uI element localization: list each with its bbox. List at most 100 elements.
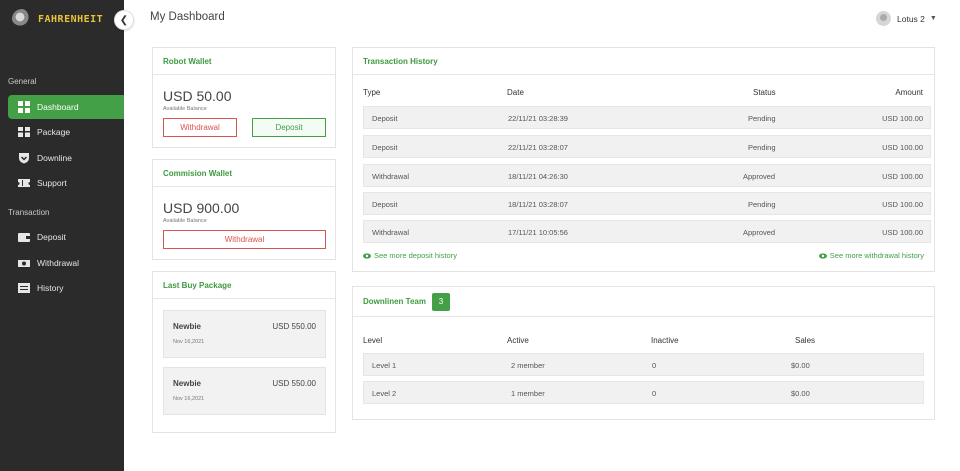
withdrawal-history-link[interactable]: See more withdrawal history [818, 251, 924, 260]
deposit-history-link-label: See more deposit history [374, 251, 457, 260]
list-icon [18, 282, 30, 294]
column-header-status: Status [753, 88, 776, 97]
package-date: Nov 16,2021 [173, 339, 205, 345]
cell-type: Withdrawal [372, 172, 410, 181]
package-date: Nov 16,2021 [173, 396, 205, 402]
sidebar-item-history[interactable]: History [8, 276, 124, 300]
card-title: Robot Wallet [153, 48, 335, 75]
brand-name: FAHRENHEIT [38, 13, 104, 25]
commision-wallet-card: Commision Wallet USD 900.00 Available Ba… [152, 159, 336, 260]
cell-amount: USD 100.00 [882, 228, 923, 237]
cell-date: 18/11/21 03:28:07 [508, 200, 568, 209]
sidebar-item-label: Withdrawal [37, 258, 80, 268]
cell-amount: USD 100.00 [882, 143, 923, 152]
chevron-left-icon: ❮ [119, 14, 129, 26]
package-icon [18, 126, 30, 138]
card-title: Transaction History [353, 48, 934, 75]
card-title-row: Downlinen Team 3 [353, 287, 934, 317]
cell-status: Pending [748, 200, 776, 209]
table-row[interactable]: Deposit 22/11/21 03:28:07 Pending USD 10… [363, 135, 931, 158]
column-header-date: Date [507, 88, 524, 97]
column-header-sales: Sales [795, 336, 816, 345]
package-item[interactable]: Newbie USD 550.00 Nov 16,2021 [163, 367, 326, 415]
last-buy-package-card: Last Buy Package Newbie USD 550.00 Nov 1… [152, 271, 336, 433]
cell-status: Approved [743, 172, 776, 181]
balance-label: Available Balance [163, 106, 207, 112]
sidebar-item-label: Support [37, 178, 67, 188]
cell-sales: $0.00 [791, 361, 810, 370]
cell-type: Deposit [372, 114, 398, 123]
ticket-icon [18, 177, 30, 189]
caret-down-icon: ▼ [929, 15, 937, 22]
cell-amount: USD 100.00 [882, 200, 923, 209]
column-header-type: Type [363, 88, 381, 97]
team-count-badge: 3 [431, 292, 450, 311]
deposit-history-link[interactable]: See more deposit history [363, 251, 457, 260]
package-price: USD 550.00 [272, 379, 316, 388]
card-title: Last Buy Package [153, 272, 335, 299]
user-menu[interactable]: Lotus 2 ▼ [876, 11, 937, 26]
cell-date: 18/11/21 04:26:30 [508, 172, 568, 181]
sidebar-item-withdrawal[interactable]: Withdrawal [8, 251, 124, 275]
sidebar-collapse-button[interactable]: ❮ [114, 10, 134, 30]
brand-logo[interactable]: FAHRENHEIT [12, 8, 103, 30]
cell-date: 22/11/21 03:28:39 [508, 114, 568, 123]
robot-wallet-card: Robot Wallet USD 50.00 Available Balance… [152, 47, 336, 148]
cell-amount: USD 100.00 [882, 114, 923, 123]
withdrawal-history-link-label: See more withdrawal history [829, 251, 924, 260]
sidebar-item-deposit[interactable]: Deposit [8, 225, 124, 249]
sidebar-section-general: General [8, 77, 37, 86]
cell-type: Withdrawal [372, 228, 410, 237]
sidebar-item-package[interactable]: Package [8, 120, 124, 144]
wallet-icon [18, 231, 30, 243]
sidebar: FAHRENHEIT General Dashboard Package Dow… [0, 0, 124, 471]
user-name: Lotus 2 [897, 13, 925, 24]
avatar [876, 11, 891, 26]
table-row[interactable]: Withdrawal 18/11/21 04:26:30 Approved US… [363, 164, 931, 187]
cell-status: Pending [748, 143, 776, 152]
page-title: My Dashboard [150, 11, 225, 23]
package-item[interactable]: Newbie USD 550.00 Nov 16,2021 [163, 310, 326, 358]
package-name: Newbie [173, 379, 202, 388]
sidebar-section-transaction: Transaction [8, 208, 50, 217]
grid-icon [18, 101, 30, 113]
column-header-level: Level [363, 336, 383, 345]
sidebar-item-label: Downline [37, 153, 72, 163]
robot-withdrawal-button[interactable]: Withdrawal [163, 118, 237, 137]
robot-wallet-amount: USD 50.00 [163, 88, 232, 104]
table-row[interactable]: Deposit 22/11/21 03:28:39 Pending USD 10… [363, 106, 931, 129]
commision-withdrawal-button[interactable]: Withdrawal [163, 230, 326, 249]
cell-amount: USD 100.00 [882, 172, 923, 181]
sidebar-item-downline[interactable]: Downline [8, 146, 124, 170]
column-header-active: Active [507, 336, 529, 345]
transaction-history-card: Transaction History Type Date Status Amo… [352, 47, 935, 272]
card-title: Downlinen Team [363, 297, 426, 306]
cell-active: 1 member [511, 389, 545, 398]
sidebar-item-support[interactable]: Support [8, 171, 124, 195]
cash-icon [18, 257, 30, 269]
cell-inactive: 0 [652, 389, 657, 398]
table-row[interactable]: Deposit 18/11/21 03:28:07 Pending USD 10… [363, 192, 931, 215]
balance-label: Available Balance [163, 218, 207, 224]
cell-date: 22/11/21 03:28:07 [508, 143, 568, 152]
sidebar-item-label: Deposit [37, 232, 66, 242]
sidebar-item-dashboard[interactable]: Dashboard [8, 95, 124, 119]
shield-icon [18, 152, 30, 164]
cell-level: Level 1 [372, 361, 397, 370]
cell-level: Level 2 [372, 389, 397, 398]
commision-wallet-amount: USD 900.00 [163, 200, 240, 216]
table-row[interactable]: Level 1 2 member 0 $0.00 [363, 353, 924, 376]
sidebar-item-label: Dashboard [37, 102, 79, 112]
table-row[interactable]: Withdrawal 17/11/21 10:05:56 Approved US… [363, 220, 931, 243]
cell-active: 2 member [511, 361, 545, 370]
robot-deposit-button[interactable]: Deposit [252, 118, 326, 137]
downline-team-card: Downlinen Team 3 Level Active Inactive S… [352, 286, 935, 420]
sidebar-item-label: Package [37, 127, 71, 137]
package-price: USD 550.00 [272, 322, 316, 331]
eye-icon [363, 252, 371, 259]
table-row[interactable]: Level 2 1 member 0 $0.00 [363, 381, 924, 404]
sidebar-item-label: History [37, 283, 64, 293]
cell-inactive: 0 [652, 361, 657, 370]
card-title: Commision Wallet [153, 160, 335, 187]
column-header-inactive: Inactive [651, 336, 679, 345]
